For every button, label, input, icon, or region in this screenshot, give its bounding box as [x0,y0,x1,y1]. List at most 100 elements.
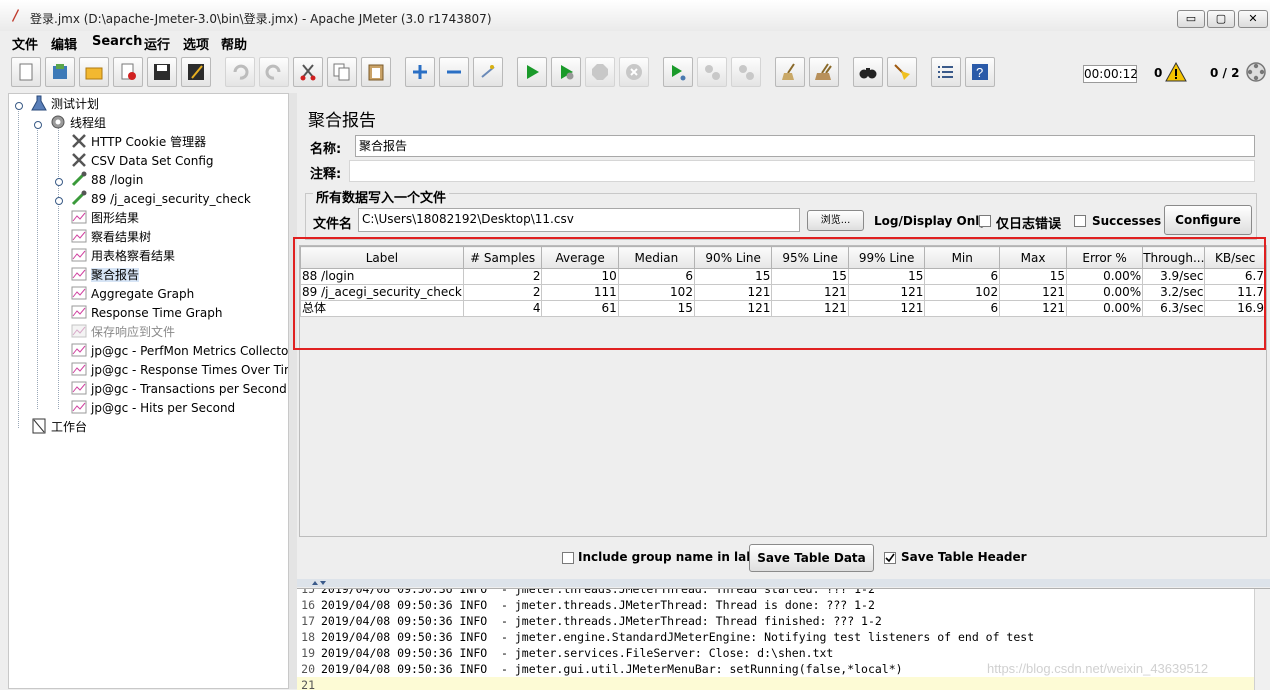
listener-graph-icon [71,400,87,414]
column-header[interactable]: Max [999,246,1067,269]
log-scrollbar[interactable] [1254,589,1270,690]
remote-start-button[interactable] [663,57,693,87]
tree-node-label: 图形结果 [91,211,140,225]
redo-button[interactable] [259,57,289,87]
tree-node-transactions-per-second[interactable]: jp@gc - Transactions per Second [71,380,287,398]
stop-button[interactable] [585,57,615,87]
save-header-checkbox[interactable] [884,552,896,564]
paste-button[interactable] [361,57,391,87]
toggle-button[interactable] [473,57,503,87]
start-no-pauses-button[interactable] [551,57,581,87]
column-header[interactable]: Min [924,246,1001,269]
collapse-all-button[interactable] [439,57,469,87]
include-group-checkbox[interactable] [562,552,574,564]
pane-splitter[interactable] [289,93,297,689]
table-row-total[interactable]: 总体 4 61 15 121 121 121 6 121 0.00% 6.3/s… [300,300,1266,317]
toolbar: ? 00:00:12 0 0 / 2 [0,53,1270,93]
shutdown-button[interactable] [619,57,649,87]
clear-button[interactable] [775,57,805,87]
tree-node-response-time-graph[interactable]: Response Time Graph [71,304,222,322]
binoculars-icon [859,68,877,79]
menu-edit[interactable]: 编辑 [51,34,77,53]
tree-node-workbench[interactable]: 工作台 [31,418,87,436]
close-window-button[interactable]: ✕ [1238,10,1268,28]
tree-node-security-sampler[interactable]: 89 /j_acegi_security_check [71,190,251,208]
tree-node-hits-per-second[interactable]: jp@gc - Hits per Second [71,399,235,417]
log-splitter[interactable] [297,579,1270,587]
cut-button[interactable] [293,57,323,87]
menu-file[interactable]: 文件 [12,34,38,53]
remote-shutdown-button[interactable] [731,57,761,87]
function-helper-button[interactable] [931,57,961,87]
tree-node-csv-config[interactable]: CSV Data Set Config [71,152,214,170]
column-header[interactable]: Through... [1142,246,1206,269]
menu-options[interactable]: 选项 [183,34,209,53]
maximize-button[interactable]: ▢ [1207,10,1235,28]
play-no-pause-icon [561,65,574,80]
filename-field[interactable]: C:\Users\18082192\Desktop\11.csv [358,208,800,232]
tree-toggle-login-sampler[interactable] [55,178,63,186]
menu-help[interactable]: 帮助 [221,34,247,53]
table-row[interactable]: 89 /j_acegi_security_check 2 111 102 121… [300,284,1266,301]
tree-node-test-plan[interactable]: 测试计划 [31,95,99,113]
open-button[interactable] [79,57,109,87]
errors-only-checkbox[interactable] [979,215,991,227]
browse-button[interactable]: 浏览... [807,210,864,231]
tree-node-results-tree[interactable]: 察看结果树 [71,228,151,246]
tree-node-cookie-manager[interactable]: HTTP Cookie 管理器 [71,133,206,151]
tree-node-save-responses[interactable]: 保存响应到文件 [71,323,175,341]
log-viewer[interactable]: 15 2019/04/08 09:50:36 INFO - jmeter.thre… [297,588,1270,690]
column-header[interactable]: 95% Line [771,246,849,269]
column-header[interactable]: 90% Line [693,246,773,269]
test-plan-tree[interactable]: 测试计划 线程组 HTTP Cookie 管理器 CSV Data Set Co… [8,93,289,689]
log-line: 15 2019/04/08 09:50:36 INFO - jmeter.thre… [297,589,875,597]
search-button[interactable] [853,57,883,87]
minimize-button[interactable]: ▭ [1177,10,1205,28]
column-header[interactable]: Median [617,246,695,269]
reset-search-button[interactable] [887,57,917,87]
listener-graph-icon [71,305,87,319]
templates-button[interactable] [45,57,75,87]
clear-all-button[interactable] [809,57,839,87]
successes-checkbox[interactable] [1074,215,1086,227]
tree-toggle-test-plan[interactable] [15,102,23,110]
close-file-button[interactable] [113,57,143,87]
tree-node-results-table[interactable]: 用表格察看结果 [71,247,175,265]
menu-run[interactable]: 运行 [144,34,170,53]
table-row[interactable]: 88 /login 2 10 6 15 15 15 6 15 0.00% 3.9… [300,268,1266,285]
tree-node-login-sampler[interactable]: 88 /login [71,171,143,189]
column-header[interactable]: 99% Line [847,246,926,269]
column-header[interactable]: KB/sec [1204,246,1266,269]
tree-node-graph-results[interactable]: 图形结果 [71,209,139,227]
save-table-data-button[interactable]: Save Table Data [749,544,874,572]
configure-button[interactable]: Configure [1164,205,1252,235]
tree-toggle-thread-group[interactable] [34,121,42,129]
new-file-icon [19,63,33,81]
tree-node-aggregate-report[interactable]: 聚合报告 [71,266,140,284]
comment-field[interactable] [349,160,1255,182]
tree-node-perfmon[interactable]: jp@gc - PerfMon Metrics Collector [71,342,288,360]
column-header[interactable]: Average [541,246,619,269]
undo-button[interactable] [225,57,255,87]
name-field[interactable]: 聚合报告 [355,135,1255,157]
menu-search[interactable]: Search [92,34,142,49]
tree-node-aggregate-graph[interactable]: Aggregate Graph [71,285,194,303]
tree-node-response-times-over-time[interactable]: jp@gc - Response Times Over Tim [71,361,288,379]
column-header[interactable]: Error % [1065,246,1144,269]
new-button[interactable] [11,57,41,87]
aggregate-table-viewport[interactable]: Label # Samples Average Median 90% Line … [299,245,1267,537]
copy-button[interactable] [327,57,357,87]
help-button[interactable]: ? [965,57,995,87]
save-button[interactable] [147,57,177,87]
remote-stop-button[interactable] [697,57,727,87]
help-icon: ? [972,64,988,80]
expand-all-button[interactable] [405,57,435,87]
column-header[interactable]: Label [300,246,464,269]
warning-icon[interactable] [1165,61,1187,82]
tree-node-thread-group[interactable]: 线程组 [50,114,106,132]
stop-icon [592,64,608,80]
tree-toggle-security-sampler[interactable] [55,197,63,205]
start-button[interactable] [517,57,547,87]
column-header[interactable]: # Samples [462,246,543,269]
save-as-button[interactable] [181,57,211,87]
